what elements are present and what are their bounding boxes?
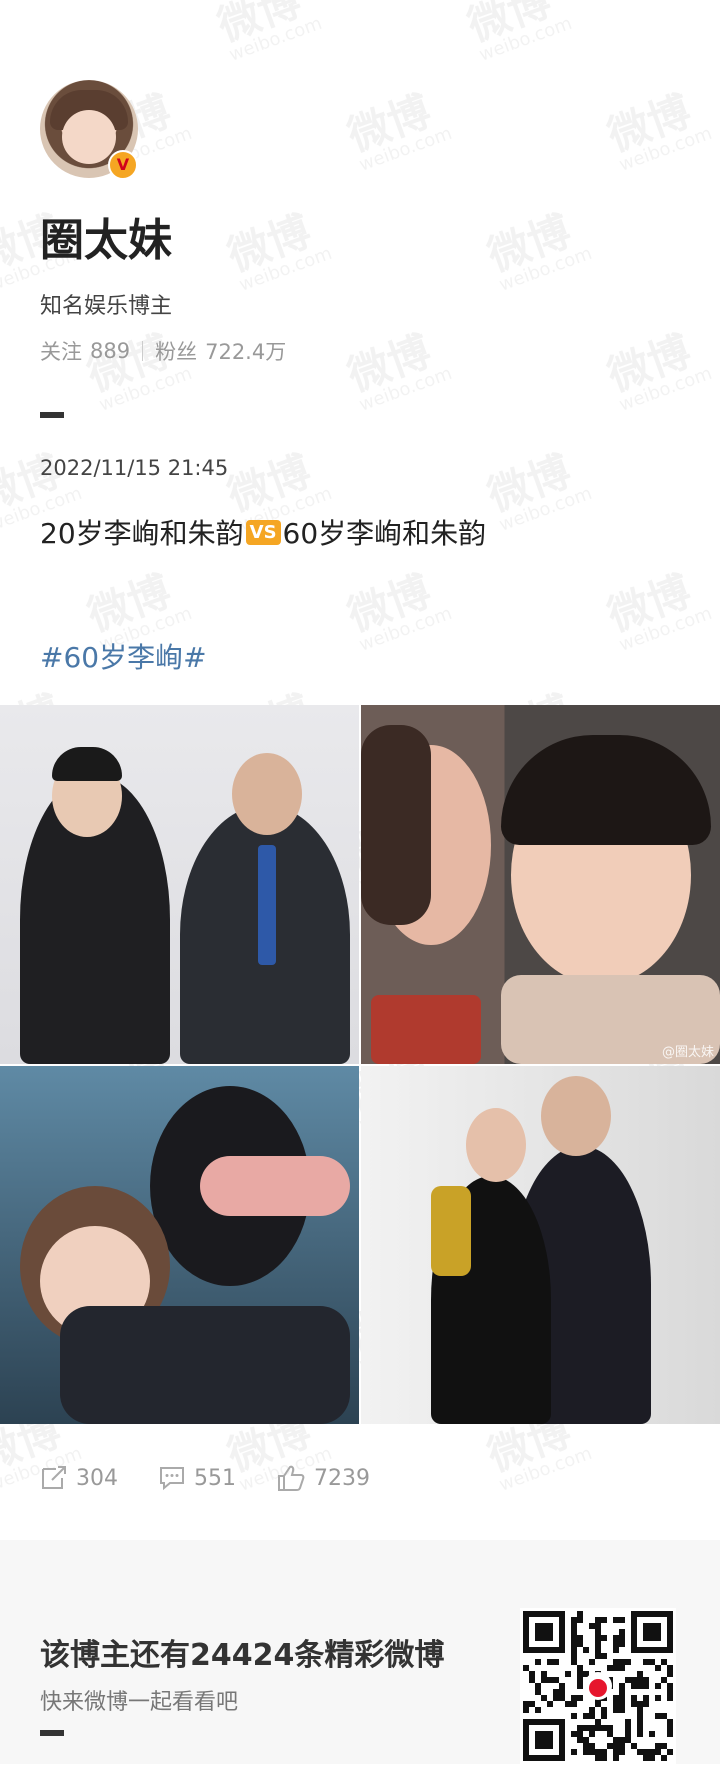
post-image-1[interactable] — [0, 705, 359, 1064]
repost-button[interactable]: 304 — [40, 1465, 118, 1491]
profile-name[interactable]: 圈太妹 — [40, 204, 680, 268]
section-divider — [40, 412, 64, 418]
qr-code-icon — [523, 1611, 673, 1761]
followers-label: 粉丝 — [155, 340, 198, 364]
image-watermark: @圈太妹 — [661, 1045, 714, 1060]
thumbs-up-icon — [278, 1465, 305, 1491]
post-text-part2: 60岁李峋和朱韵 — [282, 517, 487, 550]
footer-title: 该博主还有24424条精彩微博 — [40, 1638, 445, 1673]
footer-subtitle: 快来微博一起看看吧 — [40, 1690, 239, 1715]
following-count[interactable]: 889 — [90, 339, 130, 363]
post-date: 2022/11/15 21:45 — [40, 456, 229, 480]
repost-icon — [42, 1466, 66, 1489]
qr-code[interactable] — [520, 1608, 676, 1764]
profile-header: V 圈太妹 知名娱乐博主 关注 889 粉丝 722.4万 2022/11/15… — [0, 0, 720, 676]
post-hashtag[interactable]: #60岁李峋# — [40, 636, 680, 676]
vs-emoji-icon: VS — [245, 519, 281, 545]
like-count: 7239 — [314, 1465, 370, 1491]
post-text: 20岁李峋和朱韵 VS 60岁李峋和朱韵 — [40, 512, 680, 552]
profile-stats: 关注 889 粉丝 722.4万 — [40, 336, 680, 366]
like-button[interactable]: 7239 — [276, 1464, 370, 1492]
repost-count: 304 — [76, 1465, 118, 1491]
followers-count[interactable]: 722.4万 — [205, 336, 286, 366]
image-grid: @圈太妹 — [0, 705, 720, 1424]
avatar[interactable]: V — [40, 80, 138, 180]
footer-promo: 该博主还有24424条精彩微博 快来微博一起看看吧 — [0, 1540, 720, 1764]
post-image-4[interactable] — [361, 1066, 720, 1424]
comment-count: 551 — [194, 1465, 236, 1491]
footer-divider — [40, 1730, 64, 1736]
post-actions: 304 551 7239 — [40, 1464, 410, 1492]
profile-subtitle: 知名娱乐博主 — [40, 294, 173, 319]
comment-button[interactable]: 551 — [158, 1465, 236, 1491]
post-image-2[interactable]: @圈太妹 — [361, 705, 720, 1064]
post-image-3[interactable] — [0, 1066, 359, 1424]
following-label: 关注 — [40, 340, 82, 364]
post-text-part1: 20岁李峋和朱韵 — [40, 517, 244, 550]
comment-icon — [160, 1467, 184, 1491]
verified-badge-icon: V — [108, 150, 138, 180]
stats-divider — [142, 341, 144, 361]
